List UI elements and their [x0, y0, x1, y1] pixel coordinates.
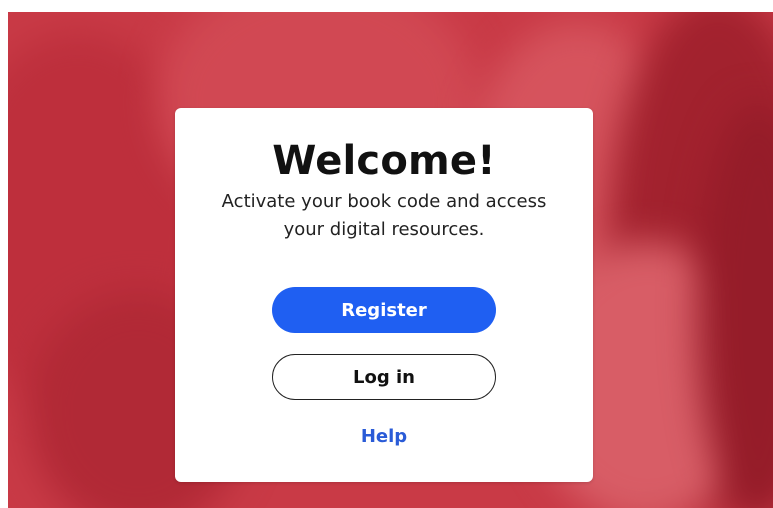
help-link[interactable]: Help	[175, 426, 593, 447]
welcome-card: Welcome! Activate your book code and acc…	[175, 108, 593, 482]
login-button-label: Log in	[353, 366, 415, 388]
subtitle-line: your digital resources.	[283, 219, 485, 240]
register-button[interactable]: Register	[272, 287, 496, 333]
welcome-title: Welcome!	[272, 138, 496, 184]
welcome-subtitle: Activate your book code and access your …	[215, 188, 553, 244]
login-button[interactable]: Log in	[272, 354, 496, 400]
register-button-label: Register	[341, 299, 427, 321]
subtitle-line: Activate your book code and access	[221, 191, 547, 212]
